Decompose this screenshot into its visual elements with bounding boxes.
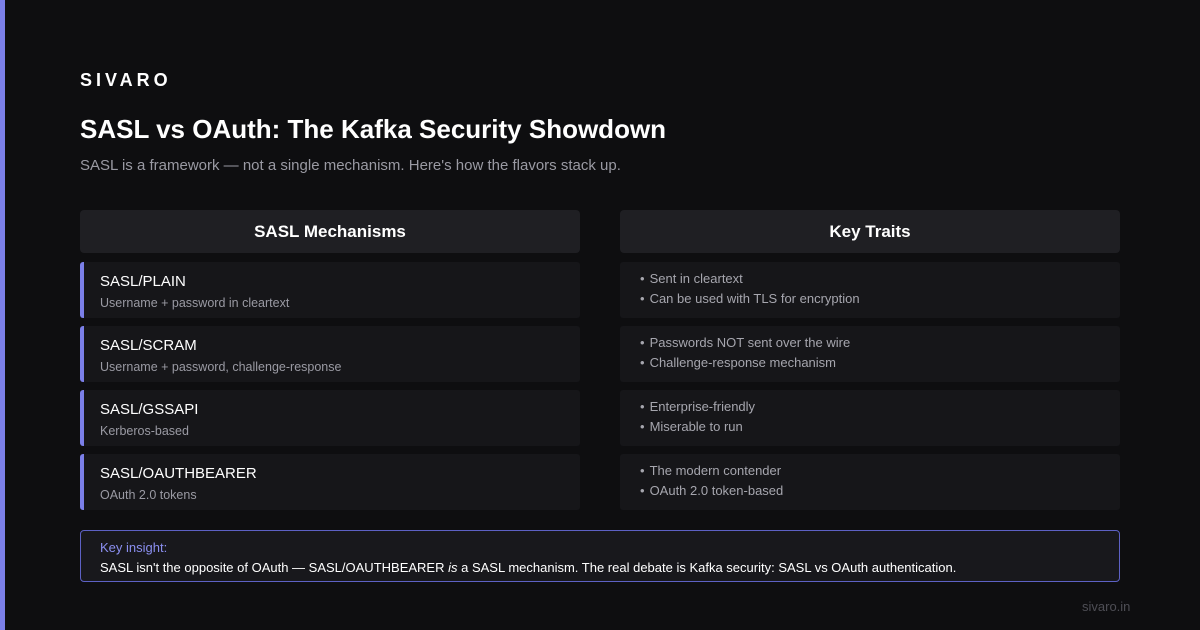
page-title: SASL vs OAuth: The Kafka Security Showdo…: [80, 114, 667, 144]
key-insight-box: Key insight: SASL isn't the opposite of …: [80, 530, 1120, 582]
mechanism-desc: Kerberos-based: [100, 424, 189, 438]
traits-column: Key Traits Sent in cleartext Can be used…: [620, 210, 1120, 510]
insight-text-before: SASL isn't the opposite of OAuth — SASL/…: [100, 560, 449, 575]
traits-row-plain: Sent in cleartext Can be used with TLS f…: [620, 262, 1120, 318]
insight-text: SASL isn't the opposite of OAuth — SASL/…: [100, 560, 956, 575]
mechanism-name: SASL/GSSAPI: [100, 401, 199, 418]
mechanism-desc: Username + password in cleartext: [100, 296, 290, 310]
trait-item: The modern contender: [640, 463, 782, 478]
footer-url: sivaro.in: [1082, 599, 1131, 614]
mechanism-row-plain: SASL/PLAIN Username + password in cleart…: [80, 262, 580, 318]
mechanism-desc: Username + password, challenge-response: [100, 360, 342, 374]
trait-item: OAuth 2.0 token-based: [640, 483, 784, 498]
mechanisms-header: SASL Mechanisms: [80, 210, 580, 253]
insight-text-emphasis: is: [448, 560, 458, 575]
mechanism-row-scram: SASL/SCRAM Username + password, challeng…: [80, 326, 580, 382]
mechanism-name: SASL/OAUTHBEARER: [100, 465, 257, 482]
trait-item: Challenge-response mechanism: [640, 355, 836, 370]
trait-item: Can be used with TLS for encryption: [640, 291, 860, 306]
mechanism-name: SASL/SCRAM: [100, 337, 197, 354]
trait-item: Sent in cleartext: [640, 271, 743, 286]
mechanism-row-oauthbearer: SASL/OAUTHBEARER OAuth 2.0 tokens: [80, 454, 580, 510]
brand-logo: SIVARO: [80, 70, 172, 90]
mechanisms-column: SASL Mechanisms SASL/PLAIN Username + pa…: [80, 210, 580, 510]
mechanism-row-gssapi: SASL/GSSAPI Kerberos-based: [80, 390, 580, 446]
insight-label: Key insight:: [100, 540, 168, 555]
trait-item: Miserable to run: [640, 419, 743, 434]
insight-text-after: a SASL mechanism. The real debate is Kaf…: [457, 560, 957, 575]
traits-row-oauthbearer: The modern contender OAuth 2.0 token-bas…: [620, 454, 1120, 510]
trait-item: Passwords NOT sent over the wire: [640, 335, 851, 350]
mechanism-desc: OAuth 2.0 tokens: [100, 488, 197, 502]
trait-item: Enterprise-friendly: [640, 399, 756, 414]
traits-header: Key Traits: [620, 210, 1120, 253]
accent-bar: [0, 0, 5, 630]
mechanism-name: SASL/PLAIN: [100, 273, 186, 290]
traits-row-gssapi: Enterprise-friendly Miserable to run: [620, 390, 1120, 446]
traits-row-scram: Passwords NOT sent over the wire Challen…: [620, 326, 1120, 382]
page-subtitle: SASL is a framework — not a single mecha…: [80, 157, 621, 174]
